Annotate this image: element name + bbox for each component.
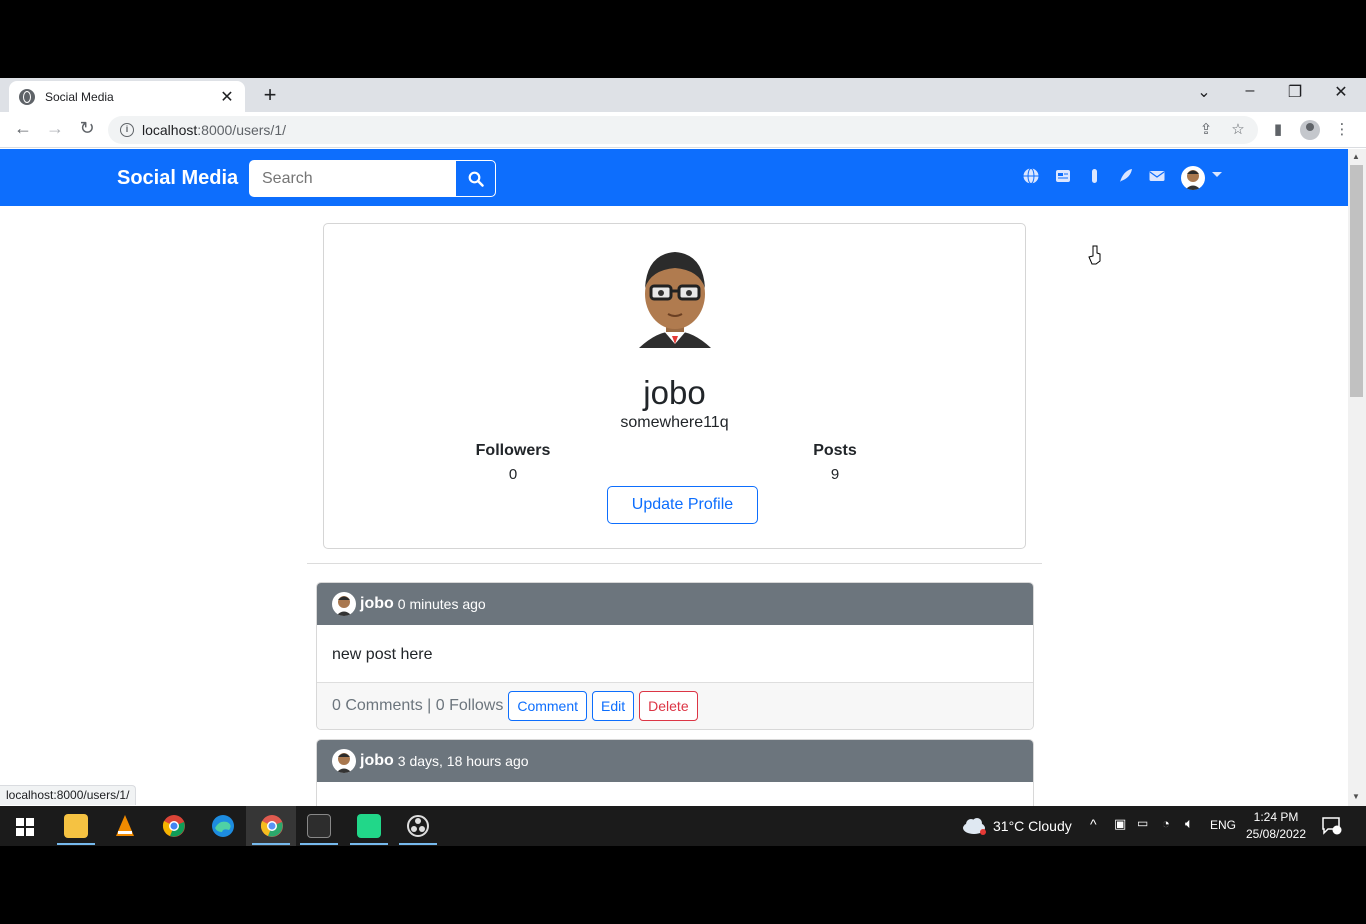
post-card: jobo 3 days, 18 hours ago <box>316 739 1034 806</box>
cloud-icon[interactable] <box>961 816 987 836</box>
divider <box>307 563 1042 564</box>
os-taskbar: 31°C Cloudy ^ ▣ ▭ ◔ 🔈︎ ENG 1:24 PM 25/08… <box>0 806 1366 846</box>
edit-button[interactable]: Edit <box>592 691 635 721</box>
profile-icon[interactable] <box>1300 120 1320 140</box>
wifi-icon[interactable]: ◔ <box>1162 816 1170 831</box>
newspaper-icon[interactable] <box>1053 167 1073 187</box>
pycharm-icon[interactable] <box>357 814 381 838</box>
scroll-thumb[interactable] <box>1350 165 1363 397</box>
weather-text[interactable]: 31°C Cloudy <box>993 818 1072 834</box>
scroll-up-icon[interactable]: ▲ <box>1352 152 1360 161</box>
taskbar-clock[interactable]: 1:24 PM 25/08/2022 <box>1244 809 1308 843</box>
search-icon <box>468 171 484 187</box>
tab-strip: Social Media ✕ + ⌄ – ❐ ✕ <box>0 78 1366 112</box>
active-app-highlight <box>246 806 296 846</box>
back-icon[interactable]: ← <box>11 118 35 139</box>
post-author-link[interactable]: jobo <box>360 752 394 770</box>
update-profile-button[interactable]: Update Profile <box>607 486 758 524</box>
envelope-icon[interactable] <box>1147 167 1167 187</box>
reload-icon[interactable]: ↻ <box>75 118 99 139</box>
edge-icon[interactable] <box>211 814 235 838</box>
posts-label: Posts <box>813 442 857 459</box>
volume-icon[interactable]: 🔈︎ <box>1185 815 1193 832</box>
url-text: localhost:8000/users/1/ <box>142 122 286 138</box>
windows-start-icon[interactable] <box>16 818 34 836</box>
browser-tab[interactable]: Social Media ✕ <box>9 81 245 112</box>
clock-date: 25/08/2022 <box>1245 827 1307 841</box>
active-indicator <box>350 843 388 845</box>
browser-window: Social Media ✕ + ⌄ – ❐ ✕ ← → ↻ i localho… <box>0 78 1366 806</box>
post-header: jobo 3 days, 18 hours ago <box>317 740 1033 782</box>
followers-count: 0 <box>508 466 518 483</box>
tab-search-icon[interactable]: ⌄ <box>1192 82 1216 102</box>
clock-time: 1:24 PM <box>1253 810 1299 824</box>
globe-icon <box>19 88 35 105</box>
post-timestamp: 0 minutes ago <box>397 596 486 612</box>
profile-username: jobo <box>643 374 706 411</box>
page-scrollbar[interactable]: ▲ ▼ <box>1348 149 1366 806</box>
battery-icon[interactable]: ▭ <box>1137 816 1148 830</box>
vlc-icon[interactable] <box>113 814 137 838</box>
close-window-button[interactable]: ✕ <box>1329 82 1353 102</box>
close-tab-icon[interactable]: ✕ <box>219 87 235 107</box>
address-bar[interactable]: i localhost:8000/users/1/ <box>108 116 1258 144</box>
feather-icon[interactable] <box>1115 167 1135 187</box>
hand-icon[interactable] <box>1085 167 1105 187</box>
meet-now-icon[interactable]: ▣ <box>1114 816 1126 832</box>
file-explorer-icon[interactable] <box>64 814 88 838</box>
side-panel-icon[interactable]: ▮ <box>1268 120 1288 140</box>
active-indicator <box>399 843 437 845</box>
browser-toolbar: ← → ↻ i localhost:8000/users/1/ ⇪ ☆ ▮ ⋮ <box>0 112 1366 148</box>
profile-card: jobo somewhere11q Followers 0 Posts 9 Up… <box>323 223 1026 549</box>
app-navbar: Social Media <box>0 149 1348 206</box>
obs-icon[interactable] <box>406 814 430 838</box>
post-author-link[interactable]: jobo <box>360 595 394 613</box>
profile-location: somewhere11q <box>620 414 729 431</box>
post-timestamp: 3 days, 18 hours ago <box>397 753 529 769</box>
restore-button[interactable]: ❐ <box>1283 82 1307 102</box>
new-tab-button[interactable]: + <box>258 82 282 108</box>
avatar[interactable] <box>1181 166 1205 190</box>
active-indicator <box>252 843 290 845</box>
post-header: jobo 0 minutes ago <box>317 583 1033 625</box>
chevron-down-icon[interactable] <box>1212 172 1222 177</box>
chrome-icon[interactable] <box>162 814 186 838</box>
mouse-cursor-icon <box>1088 245 1101 265</box>
post-body: new post here <box>317 625 1033 683</box>
scroll-down-icon[interactable]: ▼ <box>1352 792 1360 801</box>
comment-button[interactable]: Comment <box>508 691 588 721</box>
terminal-icon[interactable] <box>307 814 331 838</box>
avatar <box>332 749 356 773</box>
globe-nav-icon[interactable] <box>1021 167 1041 187</box>
search-button[interactable] <box>455 160 496 197</box>
post-footer: 0 Comments | 0 Follows Comment Edit Dele… <box>317 683 1033 729</box>
page-content: Social Media Search jobo somewhere11q Fo… <box>0 149 1348 806</box>
bookmark-star-icon[interactable]: ☆ <box>1228 120 1248 140</box>
delete-button[interactable]: Delete <box>639 691 698 721</box>
active-indicator <box>300 843 338 845</box>
posts-count: 9 <box>830 466 840 483</box>
share-icon[interactable]: ⇪ <box>1196 120 1216 140</box>
site-info-icon[interactable]: i <box>120 123 134 137</box>
search-input[interactable] <box>249 160 457 197</box>
post-stats: 0 Comments | 0 Follows <box>332 697 504 714</box>
active-indicator <box>57 843 95 845</box>
menu-kebab-icon[interactable]: ⋮ <box>1332 120 1352 140</box>
avatar <box>332 592 356 616</box>
status-bar-url: localhost:8000/users/1/ <box>0 785 137 805</box>
chevron-up-icon[interactable]: ^ <box>1090 816 1097 832</box>
profile-avatar <box>639 252 711 348</box>
minimize-button[interactable]: – <box>1238 82 1262 100</box>
forward-icon[interactable]: → <box>43 118 67 139</box>
language-indicator[interactable]: ENG <box>1210 818 1236 832</box>
brand-link[interactable]: Social Media <box>117 167 238 190</box>
notifications-icon[interactable] <box>1322 817 1342 835</box>
tab-title: Social Media <box>45 89 114 104</box>
followers-label: Followers <box>475 442 551 459</box>
post-card: jobo 0 minutes ago new post here 0 Comme… <box>316 582 1034 730</box>
